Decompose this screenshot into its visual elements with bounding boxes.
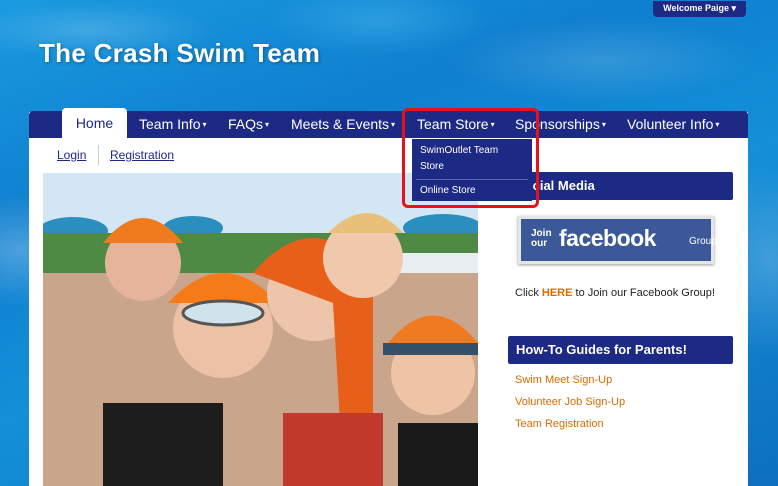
facebook-group-label: Group — [689, 236, 717, 247]
nav-home[interactable]: Home — [62, 108, 127, 139]
facebook-join-suffix: to Join our Facebook Group! — [572, 287, 715, 299]
nav-meets-events-label: Meets & Events — [291, 116, 390, 132]
chevron-down-icon: ▾ — [391, 120, 396, 129]
guide-swim-meet-signup-link[interactable]: Swim Meet Sign-Up — [515, 374, 612, 386]
nav-team-info-label: Team Info — [139, 116, 201, 132]
facebook-join-text: Click HERE to Join our Facebook Group! — [515, 287, 715, 299]
login-link[interactable]: Login — [57, 148, 86, 162]
team-photo-illustration — [43, 173, 478, 486]
chevron-down-icon: ▾ — [265, 120, 270, 129]
guides-header: How-To Guides for Parents! — [508, 336, 733, 364]
nav-faqs-label: FAQs — [228, 116, 264, 132]
team-photo — [43, 173, 478, 486]
highlight-box — [402, 108, 539, 208]
chevron-down-icon: ▾ — [601, 120, 606, 129]
chevron-down-icon: ▾ — [715, 120, 720, 129]
site-title: The Crash Swim Team — [39, 38, 321, 68]
chevron-down-icon: ▾ — [202, 120, 207, 129]
facebook-logo-icon: facebook — [559, 225, 656, 251]
guide-team-registration-link[interactable]: Team Registration — [515, 418, 604, 430]
subnav-divider — [98, 145, 99, 165]
nav-meets-events[interactable]: Meets & Events ▾ — [291, 111, 395, 138]
nav-volunteer-info[interactable]: Volunteer Info ▾ — [627, 111, 719, 138]
nav-volunteer-info-label: Volunteer Info — [627, 116, 714, 132]
registration-link[interactable]: Registration — [110, 148, 174, 162]
nav-team-info[interactable]: Team Info ▾ — [139, 111, 207, 138]
guide-volunteer-job-signup-link[interactable]: Volunteer Job Sign-Up — [515, 396, 625, 408]
welcome-user-menu[interactable]: Welcome Paige ▾ — [653, 1, 746, 17]
nav-faqs[interactable]: FAQs ▾ — [228, 111, 269, 138]
facebook-group-button[interactable]: Join our facebook Group — [518, 216, 717, 264]
facebook-join-prefix: Click — [515, 287, 542, 299]
facebook-join-label: Join our — [531, 228, 552, 249]
social-media-header: Social Media — [508, 172, 733, 200]
facebook-here-link[interactable]: HERE — [542, 287, 573, 299]
